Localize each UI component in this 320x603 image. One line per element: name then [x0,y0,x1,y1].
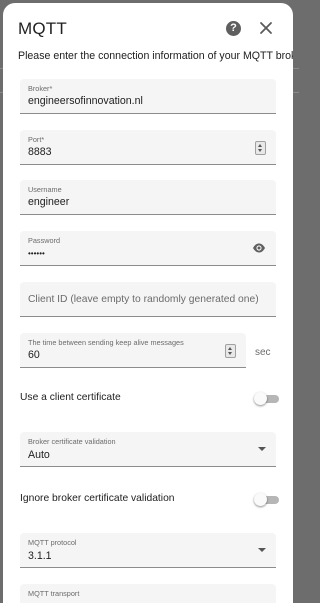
help-icon[interactable]: ? [226,21,241,36]
port-stepper[interactable] [255,141,266,155]
mqtt-protocol-label: MQTT protocol [28,538,77,547]
mqtt-protocol-value: 3.1.1 [28,550,52,562]
port-label: Port* [28,135,45,144]
keepalive-value: 60 [28,349,40,361]
toggle-knob [254,493,267,506]
port-field[interactable]: Port* 8883 [20,130,276,165]
username-label: Username [28,185,62,194]
port-value: 8883 [28,146,52,158]
password-value: •••••• [28,249,45,258]
close-icon[interactable] [257,19,275,37]
mqtt-dialog: MQTT ? Please enter the connection infor… [3,3,293,603]
mqtt-protocol-select[interactable]: MQTT protocol 3.1.1 [20,533,276,568]
password-label: Password [28,236,61,245]
keepalive-label: The time between sending keep alive mess… [28,338,184,347]
broker-cert-validation-select[interactable]: Broker certificate validation Auto [20,432,276,467]
client-cert-label: Use a client certificate [20,392,121,403]
client-cert-toggle[interactable] [254,392,279,405]
intro-text: Please enter the connection information … [18,50,293,62]
chevron-down-icon [258,447,266,451]
broker-field[interactable]: Broker* engineersofinnovation.nl [20,79,276,114]
toggle-knob [254,392,267,405]
username-field[interactable]: Username engineer [20,180,276,215]
broker-label: Broker* [28,84,53,93]
keepalive-stepper[interactable] [225,344,236,358]
ignore-cert-toggle[interactable] [254,493,279,506]
client-id-field[interactable]: Client ID (leave empty to randomly gener… [20,282,276,317]
chevron-down-icon [258,548,266,552]
keepalive-field[interactable]: The time between sending keep alive mess… [20,333,246,368]
mqtt-transport-select[interactable]: MQTT transport [20,584,276,603]
password-field[interactable]: Password •••••• [20,231,276,266]
keepalive-suffix: sec [255,347,271,358]
ignore-cert-label: Ignore broker certificate validation [20,493,175,504]
broker-cert-validation-value: Auto [28,449,50,461]
broker-value: engineersofinnovation.nl [28,95,143,107]
mqtt-transport-label: MQTT transport [28,589,80,598]
dialog-title: MQTT [18,19,67,38]
broker-cert-validation-label: Broker certificate validation [28,437,116,446]
client-id-placeholder: Client ID (leave empty to randomly gener… [28,294,259,305]
username-value: engineer [28,196,70,208]
eye-icon[interactable] [252,241,266,255]
